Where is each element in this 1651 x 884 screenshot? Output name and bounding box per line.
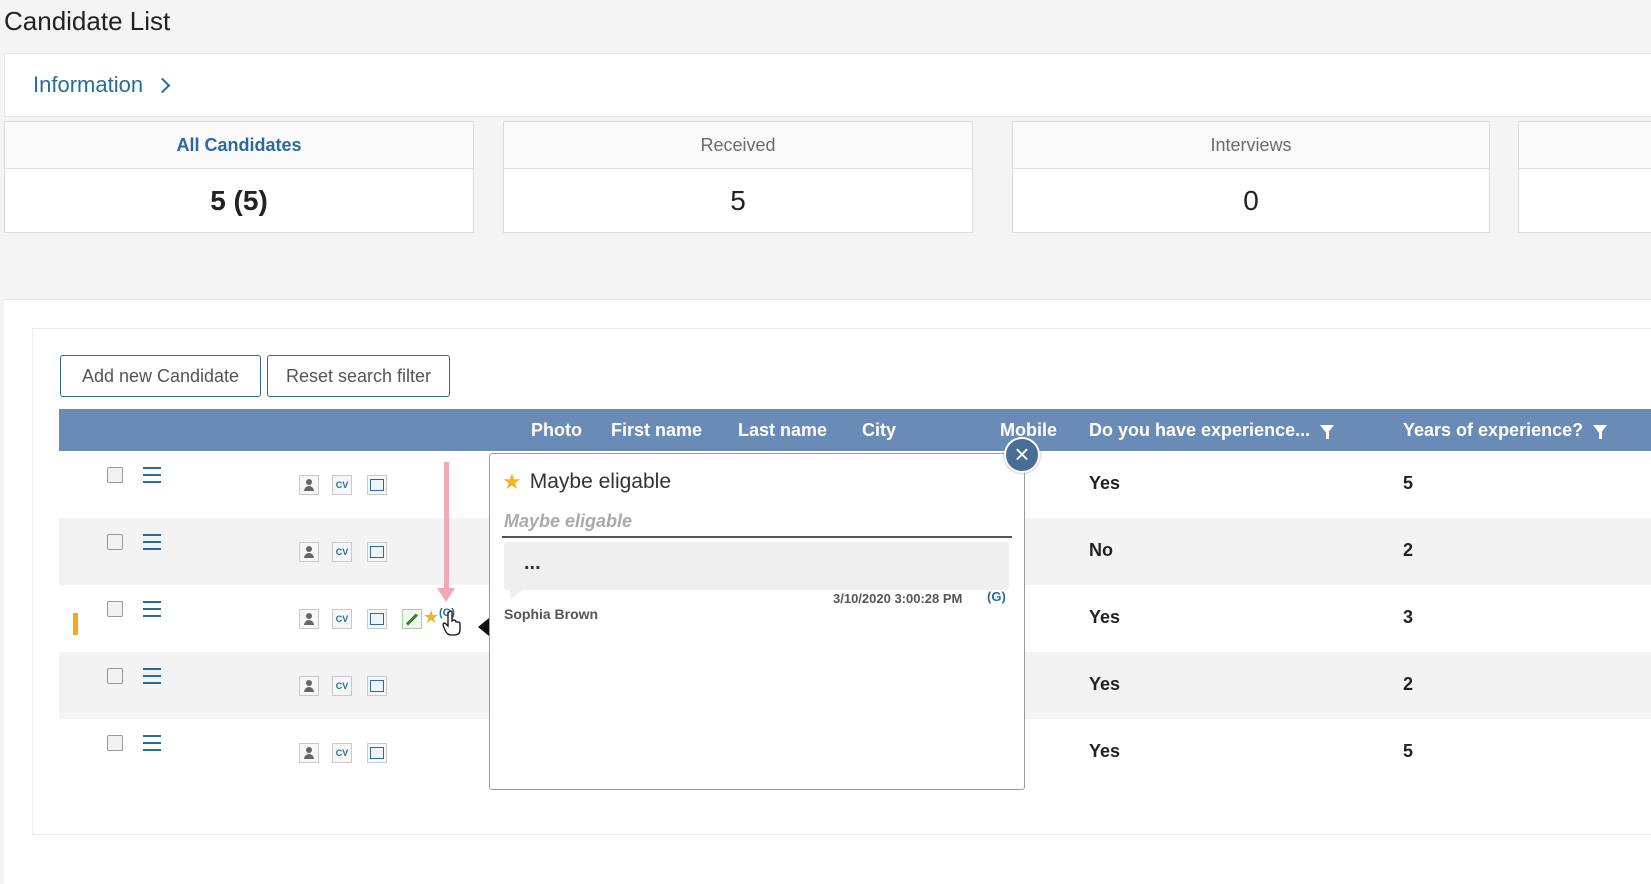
stat-card-partial[interactable] bbox=[1518, 121, 1651, 233]
row-checkbox[interactable] bbox=[107, 467, 123, 483]
experience-cell: No bbox=[1089, 540, 1113, 560]
column-header-last-name[interactable]: Last name bbox=[738, 420, 827, 441]
grid-header: Photo First name Last name City Mobile D… bbox=[59, 409, 1651, 451]
column-header-years[interactable]: Years of experience? bbox=[1403, 420, 1608, 441]
row-menu-icon[interactable] bbox=[143, 668, 161, 684]
info-bar: Information bbox=[4, 53, 1651, 117]
star-icon: ★ bbox=[502, 469, 522, 494]
row-checkbox[interactable] bbox=[107, 534, 123, 550]
experience-cell: Yes bbox=[1089, 674, 1121, 694]
photo-icon[interactable] bbox=[299, 542, 319, 562]
stat-value: 0 bbox=[1243, 185, 1259, 216]
stat-card-interviews[interactable]: Interviews 0 bbox=[1012, 121, 1490, 233]
cv-icon[interactable]: CV bbox=[332, 609, 352, 629]
cv-icon[interactable]: CV bbox=[332, 743, 352, 763]
popup-title-text: Maybe eligable bbox=[529, 470, 671, 493]
close-icon[interactable]: × bbox=[1004, 437, 1040, 473]
column-header-photo[interactable]: Photo bbox=[531, 420, 582, 441]
cv-icon[interactable]: CV bbox=[332, 475, 352, 495]
years-cell: 5 bbox=[1403, 473, 1414, 493]
filter-icon[interactable] bbox=[1320, 425, 1335, 439]
g-badge[interactable]: (G) bbox=[987, 589, 1006, 604]
document-icon[interactable] bbox=[367, 743, 387, 763]
row-checkbox[interactable] bbox=[107, 601, 123, 617]
stat-label: Received bbox=[504, 122, 972, 169]
information-link[interactable]: Information bbox=[33, 72, 171, 98]
row-menu-icon[interactable] bbox=[143, 601, 161, 617]
edit-note-icon[interactable] bbox=[402, 609, 422, 629]
star-icon[interactable]: ★ bbox=[423, 607, 439, 628]
years-cell: 2 bbox=[1403, 674, 1414, 694]
comment-date: 3/10/2020 3:00:28 PM bbox=[833, 591, 963, 606]
stat-card-all-candidates[interactable]: All Candidates 5 (5) bbox=[4, 121, 474, 233]
rating-popup: ★ Maybe eligable ... 3/10/2020 3:00:28 P… bbox=[478, 453, 1025, 790]
stat-value: 5 bbox=[730, 185, 746, 216]
experience-cell: Yes bbox=[1089, 473, 1121, 493]
chevron-right-icon bbox=[154, 77, 171, 93]
row-menu-icon[interactable] bbox=[143, 735, 161, 751]
annotation-arrow-icon bbox=[437, 462, 455, 602]
hand-cursor-icon bbox=[442, 610, 461, 636]
row-marker bbox=[73, 613, 78, 635]
information-label: Information bbox=[33, 72, 144, 97]
cv-icon[interactable]: CV bbox=[332, 676, 352, 696]
experience-cell: Yes bbox=[1089, 607, 1121, 627]
comment-author: Sophia Brown bbox=[504, 606, 599, 622]
row-menu-icon[interactable] bbox=[143, 467, 161, 483]
photo-icon[interactable] bbox=[299, 743, 319, 763]
row-menu-icon[interactable] bbox=[143, 534, 161, 550]
stat-value: 5 (5) bbox=[210, 185, 268, 216]
stat-label: Interviews bbox=[1013, 122, 1489, 169]
document-icon[interactable] bbox=[367, 676, 387, 696]
comment-input[interactable] bbox=[502, 506, 1012, 538]
column-header-city[interactable]: City bbox=[862, 420, 896, 441]
years-cell: 5 bbox=[1403, 741, 1414, 761]
filter-icon[interactable] bbox=[1593, 425, 1608, 439]
stat-label: All Candidates bbox=[5, 122, 473, 169]
column-header-experience[interactable]: Do you have experience... bbox=[1089, 420, 1335, 441]
years-cell: 3 bbox=[1403, 607, 1414, 627]
row-checkbox[interactable] bbox=[107, 668, 123, 684]
years-cell: 2 bbox=[1403, 540, 1414, 560]
photo-icon[interactable] bbox=[299, 609, 319, 629]
column-header-first-name[interactable]: First name bbox=[611, 420, 702, 441]
document-icon[interactable] bbox=[367, 609, 387, 629]
document-icon[interactable] bbox=[367, 542, 387, 562]
comment-bubble: ... bbox=[504, 542, 1009, 600]
experience-cell: Yes bbox=[1089, 741, 1121, 761]
page-title: Candidate List bbox=[4, 6, 171, 36]
document-icon[interactable] bbox=[367, 475, 387, 495]
photo-icon[interactable] bbox=[299, 676, 319, 696]
stat-card-received[interactable]: Received 5 bbox=[503, 121, 973, 233]
photo-icon[interactable] bbox=[299, 475, 319, 495]
row-checkbox[interactable] bbox=[107, 735, 123, 751]
reset-search-filter-button[interactable]: Reset search filter bbox=[267, 355, 450, 397]
cv-icon[interactable]: CV bbox=[332, 542, 352, 562]
popup-title: ★ Maybe eligable bbox=[502, 469, 671, 495]
add-new-candidate-button[interactable]: Add new Candidate bbox=[60, 355, 261, 397]
